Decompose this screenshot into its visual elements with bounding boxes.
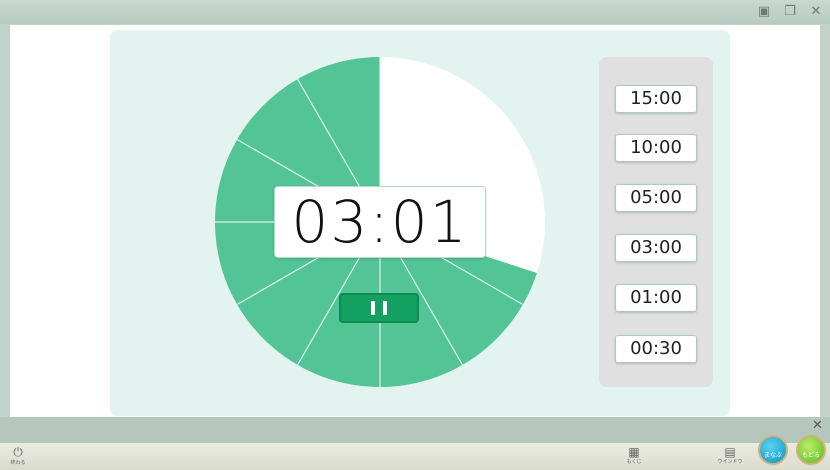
menu-button[interactable]: ▦ もくじ (620, 445, 648, 465)
preset-button-05-00[interactable]: 05:00 (615, 184, 697, 212)
preset-button-15-00[interactable]: 15:00 (615, 85, 697, 113)
pause-icon (371, 301, 375, 315)
power-label: 終わる (10, 460, 26, 466)
menu-label: もくじ (626, 459, 642, 465)
power-icon: ⏻ (13, 445, 23, 459)
time-display: 03:01 (274, 186, 486, 258)
manabu-button[interactable]: まなぶ (758, 435, 788, 465)
close-icon[interactable]: ✕ (812, 418, 823, 433)
modoru-label: もどる (802, 452, 820, 459)
maximize-icon[interactable]: ▣ (756, 4, 772, 20)
taskbar: ⏻ 終わる ▦ もくじ ▤ ウインドウ まなぶ もどる (0, 435, 830, 470)
pause-button[interactable] (339, 293, 419, 323)
bottom-strip (0, 417, 830, 443)
title-bar: ▣ ❐ ✕ (0, 0, 830, 24)
time-display-text: 03:01 (291, 188, 469, 256)
modoru-button[interactable]: もどる (796, 435, 826, 465)
pause-icon-bar (383, 301, 387, 315)
power-button[interactable]: ⏻ 終わる (8, 445, 28, 466)
close-icon[interactable]: ✕ (808, 4, 824, 20)
window-button[interactable]: ▤ ウインドウ (716, 445, 744, 465)
grid-icon: ▦ (628, 445, 640, 459)
preset-button-01-00[interactable]: 01:00 (615, 284, 697, 312)
window-label: ウインドウ (717, 459, 743, 465)
preset-panel: 15:00 10:00 05:00 03:00 01:00 00:30 (599, 57, 713, 387)
window-icon: ▤ (724, 445, 736, 459)
preset-button-10-00[interactable]: 10:00 (615, 134, 697, 162)
preset-button-03-00[interactable]: 03:00 (615, 234, 697, 262)
manabu-label: まなぶ (763, 452, 782, 459)
preset-button-00-30[interactable]: 00:30 (615, 335, 697, 363)
restore-icon[interactable]: ❐ (782, 4, 798, 20)
